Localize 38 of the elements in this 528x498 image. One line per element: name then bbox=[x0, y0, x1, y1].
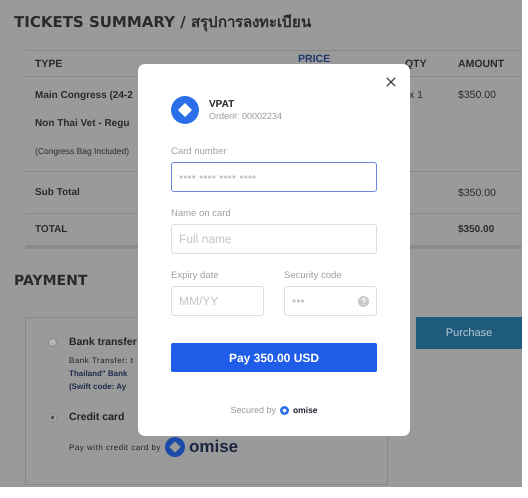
input-field[interactable]: •••• •••• •••• •••• bbox=[171, 162, 377, 192]
field-label: Security code bbox=[284, 270, 343, 281]
merchant-logo-icon bbox=[171, 96, 199, 124]
payment-option-label: Bank transfer bbox=[69, 336, 137, 348]
amount: $350.00 bbox=[458, 89, 496, 101]
column-header: PRICE bbox=[298, 52, 330, 64]
secured-by-text: Secured by bbox=[230, 405, 276, 415]
payment-detail-text: (Swift code: Ay bbox=[69, 382, 126, 391]
column-header: QTY bbox=[405, 58, 427, 70]
total-label: TOTAL bbox=[35, 224, 68, 235]
payment-option-label: Credit card bbox=[69, 411, 124, 423]
pay-button[interactable]: Pay 350.00 USD bbox=[171, 343, 377, 372]
payment-detail-text: Bank Transfer: t bbox=[69, 356, 134, 365]
merchant-name: VPAT bbox=[209, 99, 236, 110]
field-label: Name on card bbox=[171, 208, 232, 219]
column-header: TYPE bbox=[35, 58, 62, 70]
field-label: Expiry date bbox=[171, 270, 220, 281]
brand-name: omise bbox=[188, 437, 238, 457]
ticket-type: (Congress Bag Included) bbox=[35, 146, 130, 156]
omise-logo-icon bbox=[164, 437, 185, 457]
payment-detail-text: Thailand" Bank bbox=[69, 369, 128, 378]
column-header: AMOUNT bbox=[458, 58, 504, 70]
purchase-button[interactable]: Purchase bbox=[416, 317, 522, 349]
radio-button[interactable] bbox=[48, 338, 57, 346]
subtotal-label: Sub Total bbox=[35, 187, 80, 198]
close-icon[interactable] bbox=[386, 77, 396, 87]
field-label: Card number bbox=[171, 146, 228, 157]
total-amount: $350.00 bbox=[458, 224, 494, 235]
omise-logo-icon bbox=[280, 406, 289, 414]
payment-detail-text: Pay with credit card by bbox=[69, 442, 161, 452]
page-title: TICKETS SUMMARY / สรุปการลงทะเบียน bbox=[14, 12, 312, 34]
ticket-type: Non Thai Vet - Regu bbox=[35, 118, 130, 128]
radio-button[interactable] bbox=[48, 412, 57, 422]
brand-name: omise bbox=[292, 405, 318, 415]
ticket-type: Main Congress (24-2 bbox=[35, 90, 133, 100]
payment-heading: PAYMENT bbox=[14, 273, 88, 289]
subtotal-amount: $350.00 bbox=[458, 186, 496, 198]
order-number: Order#: 00002234 bbox=[209, 111, 282, 121]
